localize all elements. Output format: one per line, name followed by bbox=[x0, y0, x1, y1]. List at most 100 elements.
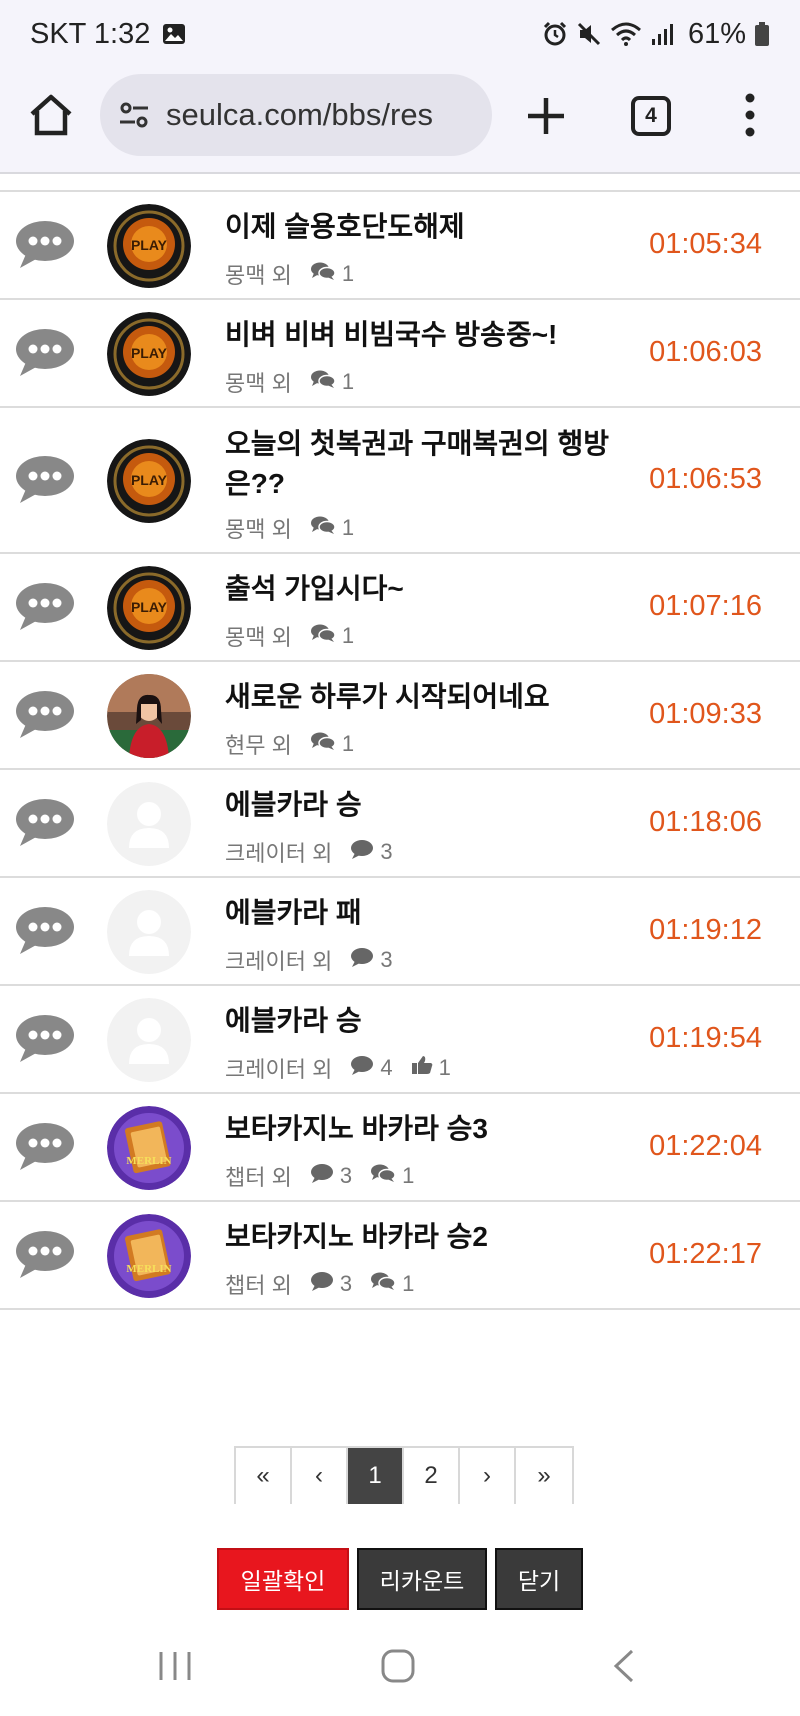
recount-button[interactable]: 리카운트 bbox=[357, 1548, 487, 1610]
battery-percent: 61% bbox=[687, 17, 746, 50]
url-text[interactable]: seulca.com/bbs/res bbox=[166, 97, 433, 133]
speech-bubble-icon bbox=[310, 1163, 340, 1189]
post-meta: 챕터 외 3 1 bbox=[225, 1268, 414, 1300]
prev-page-button[interactable]: ‹ bbox=[292, 1448, 348, 1504]
post-type-icon bbox=[14, 904, 76, 956]
post-title[interactable]: 에블카라 승 bbox=[225, 785, 625, 825]
speech-bubble-icon bbox=[350, 839, 380, 865]
post-title[interactable]: 새로운 하루가 시작되어네요 bbox=[225, 677, 625, 717]
list-item[interactable]: PLAY 오늘의 첫복권과 구매복권의 행방은?? 몽맥 외 1 01:06:53 bbox=[0, 408, 800, 554]
post-time: 01:05:34 bbox=[649, 228, 762, 260]
avatar: PLAY bbox=[107, 312, 191, 396]
more-menu-icon[interactable] bbox=[740, 92, 760, 138]
post-time: 01:19:54 bbox=[649, 1022, 762, 1054]
system-nav-bar bbox=[0, 1614, 800, 1716]
post-author: 챕터 외 bbox=[225, 1273, 292, 1298]
post-title[interactable]: 보타카지노 바카라 승2 bbox=[225, 1217, 625, 1257]
home-icon[interactable] bbox=[28, 92, 74, 138]
list-item[interactable]: MERLIN 보타카지노 바카라 승3 챕터 외 3 1 01:22:04 bbox=[0, 1094, 800, 1202]
list-item[interactable]: 에블카라 패크레이터 외 3 01:19:12 bbox=[0, 878, 800, 986]
svg-text:PLAY: PLAY bbox=[131, 472, 168, 488]
svg-text:MERLIN: MERLIN bbox=[126, 1155, 171, 1167]
avatar: PLAY bbox=[107, 439, 191, 523]
recent-apps-icon[interactable] bbox=[158, 1650, 192, 1682]
comment-count: 4 bbox=[380, 1055, 393, 1080]
post-author: 몽맥 외 bbox=[225, 263, 292, 288]
svg-text:MERLIN: MERLIN bbox=[126, 1263, 171, 1275]
post-title[interactable]: 비벼 비벼 비빔국수 방송중~! bbox=[225, 315, 625, 355]
signal-icon bbox=[651, 24, 673, 45]
list-item[interactable]: PLAY 이제 슬용호단도해제 몽맥 외 1 01:05:34 bbox=[0, 192, 800, 300]
extra-count: 1 bbox=[402, 1271, 415, 1296]
pagination: « ‹ 1 2 › » bbox=[234, 1446, 574, 1504]
gallery-icon bbox=[163, 24, 186, 44]
post-meta: 챕터 외 3 1 bbox=[225, 1160, 414, 1192]
last-page-button[interactable]: » bbox=[516, 1448, 572, 1504]
post-type-icon bbox=[14, 1228, 76, 1280]
comment-count: 1 bbox=[341, 515, 355, 540]
post-title[interactable]: 오늘의 첫복권과 구매복권의 행방은?? bbox=[225, 424, 625, 504]
post-title[interactable]: 이제 슬용호단도해제 bbox=[225, 207, 625, 247]
post-type-icon bbox=[14, 796, 76, 848]
back-icon[interactable] bbox=[612, 1648, 636, 1684]
post-time: 01:06:53 bbox=[649, 463, 762, 495]
post-author: 크레이터 외 bbox=[225, 841, 333, 866]
post-author: 크레이터 외 bbox=[225, 1057, 333, 1082]
post-meta: 몽맥 외 1 bbox=[225, 366, 354, 398]
post-type-icon bbox=[14, 1012, 76, 1064]
speech-bubble-icon bbox=[350, 1055, 380, 1081]
post-author: 크레이터 외 bbox=[225, 949, 333, 974]
post-author: 몽맥 외 bbox=[225, 371, 292, 396]
speech-bubbles-icon bbox=[370, 1163, 402, 1189]
tab-switcher-button[interactable]: 4 bbox=[631, 96, 671, 136]
avatar: MERLIN bbox=[107, 1214, 191, 1298]
comment-count: 1 bbox=[341, 731, 355, 756]
alarm-icon bbox=[543, 21, 567, 46]
post-type-icon bbox=[14, 453, 76, 505]
speech-bubble-icon bbox=[350, 947, 380, 973]
comment-count: 1 bbox=[341, 623, 355, 648]
post-title[interactable]: 에블카라 승 bbox=[225, 1001, 625, 1041]
post-type-icon bbox=[14, 326, 76, 378]
svg-text:PLAY: PLAY bbox=[131, 237, 168, 253]
site-settings-icon[interactable] bbox=[118, 99, 150, 131]
page-2-button[interactable]: 2 bbox=[404, 1448, 460, 1504]
tab-count: 4 bbox=[645, 104, 657, 127]
action-buttons: 일괄확인 리카운트 닫기 bbox=[217, 1548, 583, 1610]
new-tab-icon[interactable] bbox=[524, 94, 568, 138]
confirm-all-button[interactable]: 일괄확인 bbox=[217, 1548, 349, 1610]
close-button[interactable]: 닫기 bbox=[495, 1548, 583, 1610]
list-item[interactable]: PLAY 비벼 비벼 비빔국수 방송중~! 몽맥 외 1 01:06:03 bbox=[0, 300, 800, 408]
list-item[interactable]: PLAY 출석 가입시다~ 몽맥 외 1 01:07:16 bbox=[0, 554, 800, 662]
speech-bubbles-icon bbox=[310, 515, 342, 541]
status-time: SKT 1:32 bbox=[30, 17, 151, 50]
post-title[interactable]: 에블카라 패 bbox=[225, 893, 625, 933]
list-item[interactable]: 에블카라 승 크레이터 외 3 01:18:06 bbox=[0, 770, 800, 878]
list-item[interactable]: 새로운 하루가 시작되어네요 현무 외 1 01:09:33 bbox=[0, 662, 800, 770]
avatar: PLAY bbox=[107, 566, 191, 650]
post-title[interactable]: 출석 가입시다~ bbox=[225, 569, 625, 609]
thumbs-up-icon bbox=[411, 1055, 439, 1081]
first-page-button[interactable]: « bbox=[236, 1448, 292, 1504]
post-time: 01:19:12 bbox=[649, 914, 762, 946]
list-item[interactable]: MERLIN 보타카지노 바카라 승2 챕터 외 3 1 01:22:17 bbox=[0, 1202, 800, 1310]
post-meta: 몽맥 외 1 bbox=[225, 512, 354, 544]
next-page-button[interactable]: › bbox=[460, 1448, 516, 1504]
address-bar[interactable]: seulca.com/bbs/res bbox=[100, 74, 492, 156]
status-bar: SKT 1:32 61% bbox=[0, 0, 800, 68]
nav-home-icon[interactable] bbox=[380, 1648, 416, 1684]
post-meta: 크레이터 외 3 bbox=[225, 944, 393, 976]
post-author: 현무 외 bbox=[225, 733, 292, 758]
post-title[interactable]: 보타카지노 바카라 승3 bbox=[225, 1109, 625, 1149]
avatar: PLAY bbox=[107, 204, 191, 288]
speech-bubbles-icon bbox=[310, 623, 342, 649]
comment-count: 1 bbox=[341, 369, 355, 394]
post-time: 01:22:04 bbox=[649, 1130, 762, 1162]
list-item[interactable]: 에블카라 승 크레이터 외 4 1 01:19:54 bbox=[0, 986, 800, 1094]
avatar bbox=[107, 998, 191, 1082]
page-1-button[interactable]: 1 bbox=[348, 1448, 404, 1504]
post-time: 01:18:06 bbox=[649, 806, 762, 838]
mute-icon bbox=[577, 22, 601, 46]
post-author: 몽맥 외 bbox=[225, 517, 292, 542]
speech-bubbles-icon bbox=[310, 261, 342, 287]
